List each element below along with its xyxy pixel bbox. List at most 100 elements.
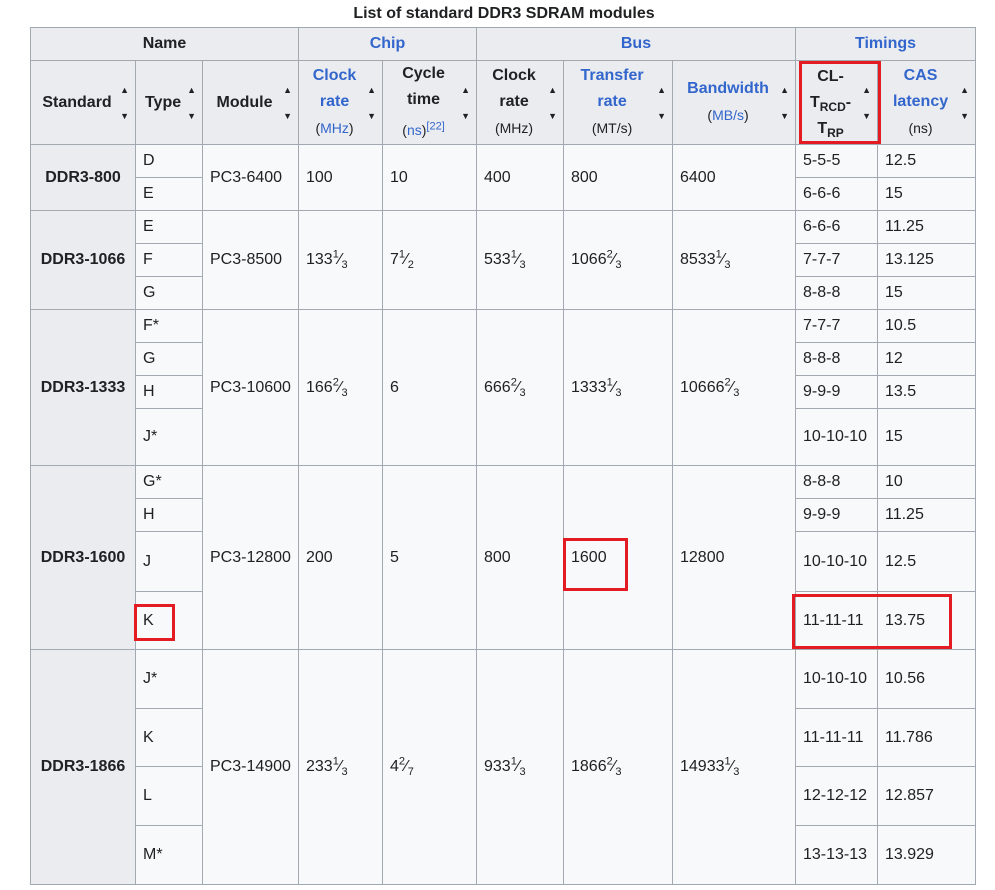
sort-icon[interactable]: ▲ ▼ [657, 77, 666, 129]
table-body: DDR3-800 D PC3-6400 100 10 400 800 6400 5-5-5 12.… [30, 144, 976, 885]
module-cell: PC3-6400 [202, 144, 299, 211]
timing-cell: 8-8-8 [795, 342, 878, 376]
column-header-type[interactable]: Type ▲ ▼ [135, 60, 203, 145]
cas-latency-cell: 15 [877, 408, 976, 466]
clock-rate-link[interactable]: rate [320, 93, 349, 110]
standard-label: Standard [42, 93, 112, 111]
sort-icon[interactable]: ▲ ▼ [187, 77, 196, 129]
standard-cell: DDR3-1066 [30, 210, 136, 310]
bandwidth-link[interactable]: Bandwidth [687, 80, 769, 97]
module-label: Module [216, 93, 273, 111]
chip-clock-cell: 2331⁄3 [298, 649, 383, 885]
sort-icon[interactable]: ▲ ▼ [367, 77, 376, 129]
transfer-rate-cell: 13331⁄3 [563, 309, 673, 466]
chip-clock-cell: 100 [298, 144, 383, 211]
transfer-rate-link[interactable]: rate [597, 93, 626, 110]
sort-icon[interactable]: ▲ ▼ [283, 77, 292, 129]
standard-cell: DDR3-1600 [30, 465, 136, 650]
timing-cell: 6-6-6 [795, 210, 878, 244]
clock-rate-link[interactable]: Clock [313, 67, 357, 84]
unit-label: (MT/s) [591, 120, 633, 136]
type-cell: J [135, 531, 203, 592]
mhz-link[interactable]: MHz [320, 120, 349, 136]
type-cell: K [135, 591, 203, 650]
module-cell: PC3-14900 [202, 649, 299, 885]
type-cell: D [135, 144, 203, 178]
column-header-cas-latency[interactable]: CAS latency (ns) ▲ ▼ [877, 60, 976, 145]
cycle-time-cell: 71⁄2 [382, 210, 477, 310]
type-cell: H [135, 375, 203, 409]
cas-latency-link[interactable]: CAS [904, 67, 938, 84]
cas-latency-cell: 12.857 [877, 766, 976, 826]
group-header-name: Name [30, 27, 299, 61]
sort-icon[interactable]: ▲ ▼ [120, 77, 129, 129]
sort-icon[interactable]: ▲ ▼ [960, 77, 969, 129]
column-header-bandwidth[interactable]: Bandwidth (MB/s) ▲ ▼ [672, 60, 796, 145]
column-header-cycle-time[interactable]: Cycle time (ns)[22] ▲ ▼ [382, 60, 477, 145]
cycle-label: time [407, 91, 440, 109]
cas-latency-cell: 12.5 [877, 531, 976, 592]
type-cell: J* [135, 649, 203, 709]
type-cell: E [135, 177, 203, 211]
ddr3-modules-table: Name Chip Bus Timings Standard ▲ ▼ Type ▲… [30, 27, 976, 885]
timing-cell: 6-6-6 [795, 177, 878, 211]
cycle-time-cell: 10 [382, 144, 477, 211]
column-header-transfer-rate[interactable]: Transfer rate (MT/s) ▲ ▼ [563, 60, 673, 145]
column-header-standard[interactable]: Standard ▲ ▼ [30, 60, 136, 145]
transfer-rate-cell: 18662⁄3 [563, 649, 673, 885]
cas-latency-cell: 13.125 [877, 243, 976, 277]
type-label: Type [144, 93, 182, 111]
cas-latency-cell: 13.5 [877, 375, 976, 409]
module-cell: PC3-8500 [202, 210, 299, 310]
timing-cell: 7-7-7 [795, 243, 878, 277]
bus-link[interactable]: Bus [621, 35, 651, 52]
chip-clock-cell: 1662⁄3 [298, 309, 383, 466]
timing-cell: 10-10-10 [795, 531, 878, 592]
bus-clock-label: rate [499, 93, 529, 110]
standard-cell: DDR3-1866 [30, 649, 136, 885]
cas-latency-cell: 13.929 [877, 825, 976, 885]
timings-link[interactable]: Timings [855, 35, 916, 52]
group-header-bus[interactable]: Bus [476, 27, 796, 61]
sort-icon[interactable]: ▲ ▼ [461, 77, 470, 129]
type-cell: M* [135, 825, 203, 885]
timing-cell: 9-9-9 [795, 375, 878, 409]
cas-latency-cell: 10 [877, 465, 976, 499]
bus-clock-cell: 5331⁄3 [476, 210, 564, 310]
group-header-timings[interactable]: Timings [795, 27, 976, 61]
table-row: DDR3-1866 J* PC3-14900 2331⁄3 42⁄7 9331⁄3 1866… [30, 649, 976, 885]
standard-cell: DDR3-1333 [30, 309, 136, 466]
timing-cell: 13-13-13 [795, 825, 878, 885]
cas-latency-link[interactable]: latency [893, 93, 948, 110]
bus-clock-cell: 800 [476, 465, 564, 650]
bus-clock-label: Clock [492, 67, 536, 84]
sort-icon[interactable]: ▲ ▼ [862, 77, 871, 129]
type-cell: J* [135, 408, 203, 466]
type-cell: E [135, 210, 203, 244]
column-header-cl-trcd-trp[interactable]: CL- TRCD- TRP ▲ ▼ [795, 60, 878, 145]
group-header-chip[interactable]: Chip [298, 27, 477, 61]
sort-icon[interactable]: ▲ ▼ [548, 77, 557, 129]
module-cell: PC3-12800 [202, 465, 299, 650]
reference-link[interactable]: [22] [426, 120, 444, 132]
standard-cell: DDR3-800 [30, 144, 136, 211]
table-row: DDR3-1600 G* PC3-12800 200 5 800 1600 12800 8-8-… [30, 465, 976, 650]
cycle-time-cell: 42⁄7 [382, 649, 477, 885]
mbs-link[interactable]: MB/s [712, 107, 744, 123]
ns-link[interactable]: ns [407, 122, 422, 138]
sort-icon[interactable]: ▲ ▼ [780, 77, 789, 129]
timing-cell: 5-5-5 [795, 144, 878, 178]
unit-label: (MHz) [494, 120, 534, 136]
column-header-module[interactable]: Module ▲ ▼ [202, 60, 299, 145]
timing-cell: 10-10-10 [795, 649, 878, 709]
module-cell: PC3-10600 [202, 309, 299, 466]
cas-latency-cell: 11.25 [877, 498, 976, 532]
type-cell: F* [135, 309, 203, 343]
transfer-rate-link[interactable]: Transfer [580, 67, 643, 84]
cas-latency-cell: 11.786 [877, 708, 976, 767]
cas-latency-cell: 11.25 [877, 210, 976, 244]
column-header-chip-clock-rate[interactable]: Clock rate (MHz) ▲ ▼ [298, 60, 383, 145]
column-header-bus-clock-rate[interactable]: Clock rate (MHz) ▲ ▼ [476, 60, 564, 145]
transfer-rate-cell: 800 [563, 144, 673, 211]
chip-link[interactable]: Chip [370, 35, 406, 52]
